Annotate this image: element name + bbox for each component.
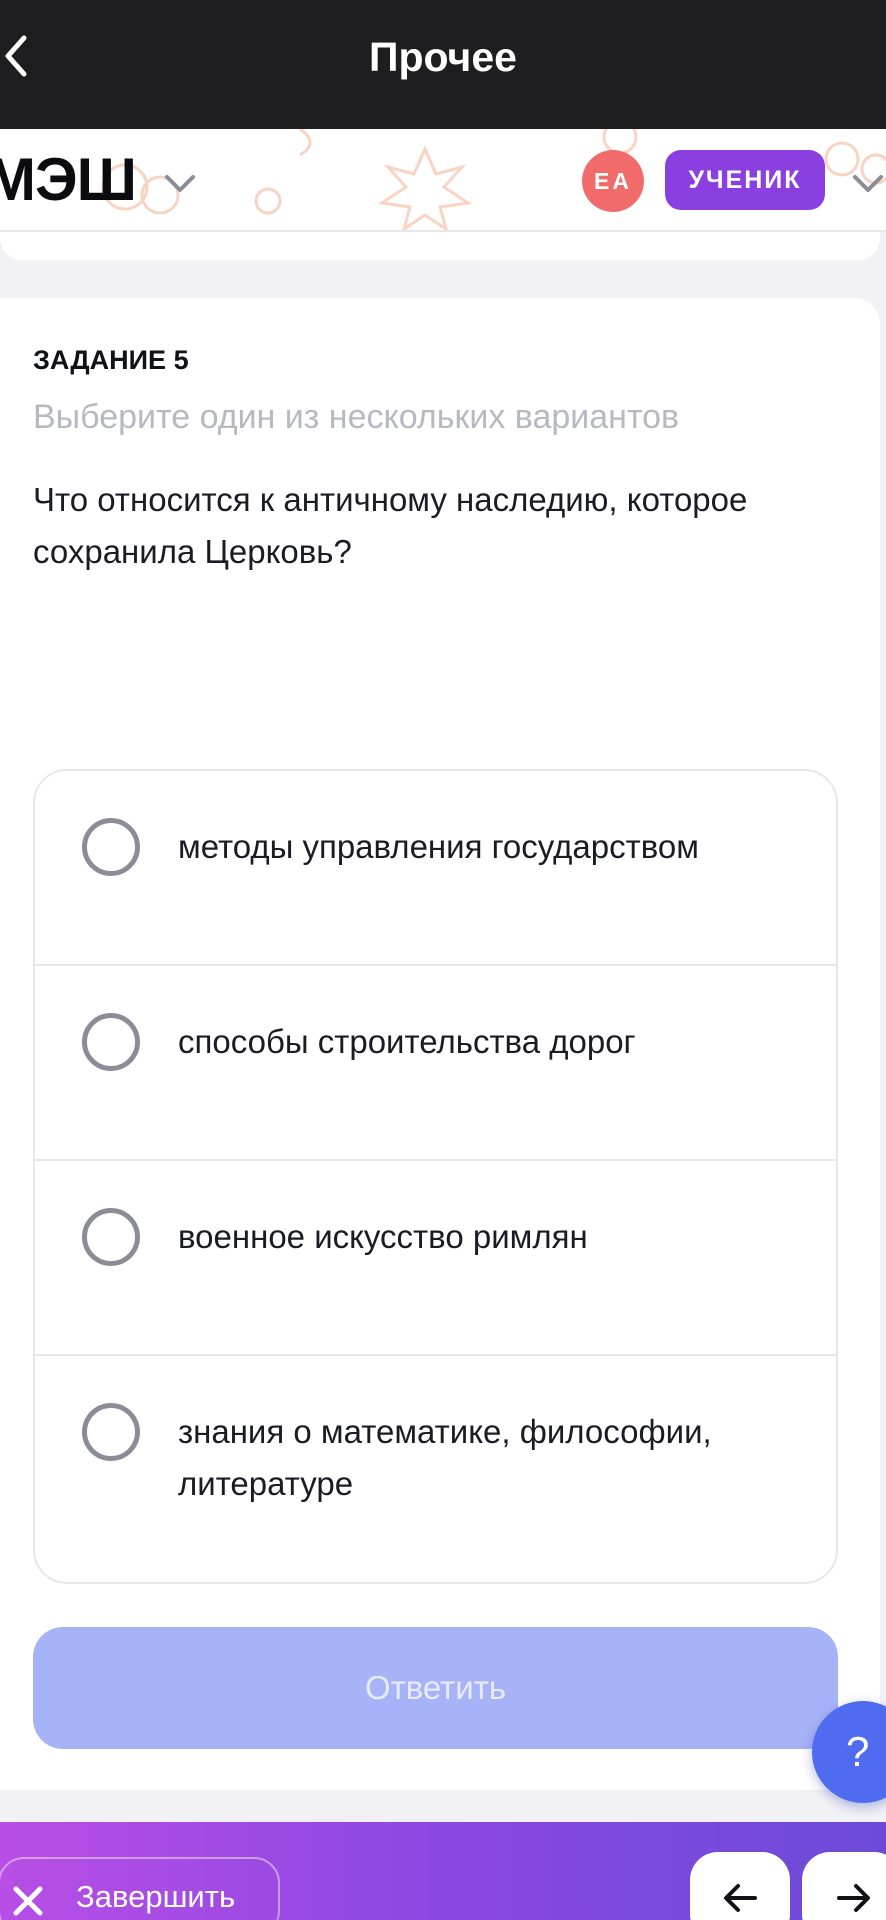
option-3[interactable]: военное искусство римлян [35,1161,836,1356]
option-label: военное искусство римлян [178,1218,588,1255]
close-icon [13,1886,43,1916]
option-1[interactable]: методы управления государством [35,771,836,966]
question-mark-icon: ? [846,1728,870,1775]
question-text: Что относится к античному наследию, кото… [33,481,748,570]
mesh-logo: МЭШ [0,146,137,213]
finish-label: Завершить [76,1879,236,1914]
app-header: МЭШ ЕА УЧЕНИК [0,129,886,232]
option-2[interactable]: способы строительства дорог [35,966,836,1161]
avatar[interactable]: ЕА [582,150,644,212]
next-task-button[interactable] [802,1852,886,1920]
radio-button[interactable] [82,818,140,876]
chevron-down-icon [165,175,195,192]
radio-button[interactable] [82,1208,140,1266]
option-label: способы строительства дорог [178,1023,636,1060]
chevron-down-icon [853,175,883,192]
top-bar: Прочее [0,0,886,129]
previous-task-button[interactable] [690,1852,790,1920]
option-4[interactable]: знания о математике, философии, литерату… [35,1356,836,1582]
task-hint: Выберите один из нескольких вариантов [33,398,680,436]
option-label: методы управления государством [178,828,699,865]
arrow-left-icon [724,1884,757,1912]
profile-menu-button[interactable] [850,169,886,199]
task-card: ЗАДАНИЕ 5 Выберите один из нескольких ва… [0,298,880,1790]
radio-button[interactable] [82,1403,140,1461]
previous-card-edge [0,232,880,260]
radio-button[interactable] [82,1013,140,1071]
finish-button[interactable]: Завершить [0,1857,280,1920]
bottom-bar: Завершить [0,1822,886,1920]
page-title: Прочее [369,34,517,80]
role-button[interactable]: УЧЕНИК [665,150,825,210]
option-label: знания о математике, философии, литерату… [178,1413,712,1502]
answer-button[interactable]: Ответить [33,1627,838,1749]
arrow-right-icon [837,1884,870,1912]
logo-menu-button[interactable] [162,169,198,199]
task-title: ЗАДАНИЕ 5 [33,345,189,375]
answer-options: методы управления государством способы с… [33,769,838,1584]
